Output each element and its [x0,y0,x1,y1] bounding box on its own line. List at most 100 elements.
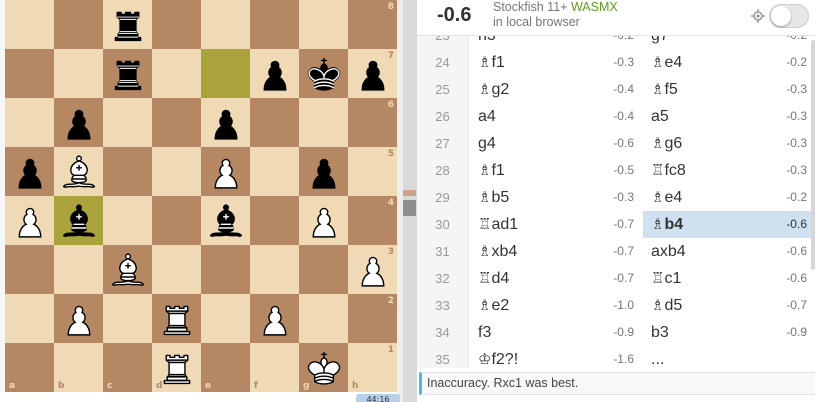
square-h1[interactable]: 1h [348,343,397,392]
target-icon[interactable] [751,9,765,23]
square-b1[interactable]: b [54,343,103,392]
black-pawn-icon[interactable] [299,147,348,196]
square-f6[interactable] [250,98,299,147]
square-c5[interactable] [103,147,152,196]
black-king-icon[interactable] [299,49,348,98]
square-h4[interactable]: 4 [348,196,397,245]
square-h2[interactable]: 2 [348,294,397,343]
square-c6[interactable] [103,98,152,147]
move-list[interactable]: 23h3-0.2g7-0.224♗f1-0.3♗e4-0.225♗g2-0.4♗… [417,36,816,368]
square-f3[interactable] [250,245,299,294]
square-b7[interactable] [54,49,103,98]
square-d6[interactable] [152,98,201,147]
black-bishop-icon[interactable] [201,196,250,245]
square-a5[interactable] [5,147,54,196]
black-move[interactable]: ♖c1 -0.6 [643,265,815,292]
square-f4[interactable] [250,196,299,245]
square-e5[interactable] [201,147,250,196]
square-d2[interactable] [152,294,201,343]
square-b5[interactable] [54,147,103,196]
engine-toggle[interactable] [769,4,809,28]
black-move[interactable]: b3 -0.9 [643,319,815,346]
square-g7[interactable] [299,49,348,98]
square-g3[interactable] [299,245,348,294]
square-e8[interactable] [201,0,250,49]
white-move[interactable]: ♗xb4 -0.7 [470,238,642,265]
square-a7[interactable] [5,49,54,98]
square-c8[interactable] [103,0,152,49]
square-h3[interactable]: 3 [348,245,397,294]
white-move[interactable]: ♗b5 -0.3 [470,184,642,211]
white-move[interactable]: ♗g2 -0.4 [470,76,642,103]
square-b2[interactable] [54,294,103,343]
black-move[interactable]: ♗g6 -0.3 [643,130,815,157]
white-move[interactable]: ♔f2?! -1.6 [470,346,642,368]
white-pawn-icon[interactable] [201,147,250,196]
square-a8[interactable] [5,0,54,49]
square-g1[interactable]: g [299,343,348,392]
square-a4[interactable] [5,196,54,245]
black-move[interactable]: ... [643,346,815,368]
square-d5[interactable] [152,147,201,196]
square-f2[interactable] [250,294,299,343]
square-e4[interactable] [201,196,250,245]
black-move[interactable]: ♗d5 -0.7 [643,292,815,319]
white-move[interactable]: ♗e2 -1.0 [470,292,642,319]
black-rook-icon[interactable] [103,0,152,49]
white-pawn-icon[interactable] [5,196,54,245]
square-a2[interactable] [5,294,54,343]
black-move[interactable]: ♗f5 -0.3 [643,76,815,103]
square-e6[interactable] [201,98,250,147]
square-g2[interactable] [299,294,348,343]
square-g4[interactable] [299,196,348,245]
square-g5[interactable] [299,147,348,196]
black-pawn-icon[interactable] [201,98,250,147]
white-move[interactable]: f3 -0.9 [470,319,642,346]
white-pawn-icon[interactable] [250,294,299,343]
square-g8[interactable] [299,0,348,49]
square-e2[interactable] [201,294,250,343]
square-f1[interactable]: f [250,343,299,392]
square-c4[interactable] [103,196,152,245]
square-d8[interactable] [152,0,201,49]
square-h5[interactable]: 5 [348,147,397,196]
square-d7[interactable] [152,49,201,98]
square-d1[interactable]: d [152,343,201,392]
square-a6[interactable] [5,98,54,147]
square-d4[interactable] [152,196,201,245]
square-b8[interactable] [54,0,103,49]
square-c3[interactable] [103,245,152,294]
square-h7[interactable]: 7 [348,49,397,98]
black-move[interactable]: g7 -0.2 [643,36,815,49]
square-e3[interactable] [201,245,250,294]
square-c2[interactable] [103,294,152,343]
square-a1[interactable]: a [5,343,54,392]
white-rook-icon[interactable] [152,294,201,343]
square-c1[interactable]: c [103,343,152,392]
square-g6[interactable] [299,98,348,147]
square-b3[interactable] [54,245,103,294]
white-move[interactable]: ♖d4 -0.7 [470,265,642,292]
black-pawn-icon[interactable] [5,147,54,196]
white-bishop-icon[interactable] [103,245,152,294]
black-pawn-icon[interactable] [54,98,103,147]
square-e7[interactable] [201,49,250,98]
white-move[interactable]: g4 -0.6 [470,130,642,157]
white-move[interactable]: ♗f1 -0.3 [470,49,642,76]
move-list-scrollbar[interactable] [811,40,815,270]
square-b4[interactable] [54,196,103,245]
black-bishop-icon[interactable] [54,196,103,245]
white-king-icon[interactable] [299,343,348,392]
black-move[interactable]: ♗e4 -0.2 [643,184,815,211]
white-rook-icon[interactable] [152,343,201,392]
square-a3[interactable] [5,245,54,294]
black-move[interactable]: ♖fc8 -0.3 [643,157,815,184]
white-bishop-icon[interactable] [54,147,103,196]
white-move[interactable]: ♗f1 -0.5 [470,157,642,184]
square-h6[interactable]: 6 [348,98,397,147]
white-move[interactable]: ♖ad1 -0.7 [470,211,642,238]
white-move[interactable]: h3 -0.2 [470,36,642,49]
black-rook-icon[interactable] [103,49,152,98]
square-f5[interactable] [250,147,299,196]
square-b6[interactable] [54,98,103,147]
